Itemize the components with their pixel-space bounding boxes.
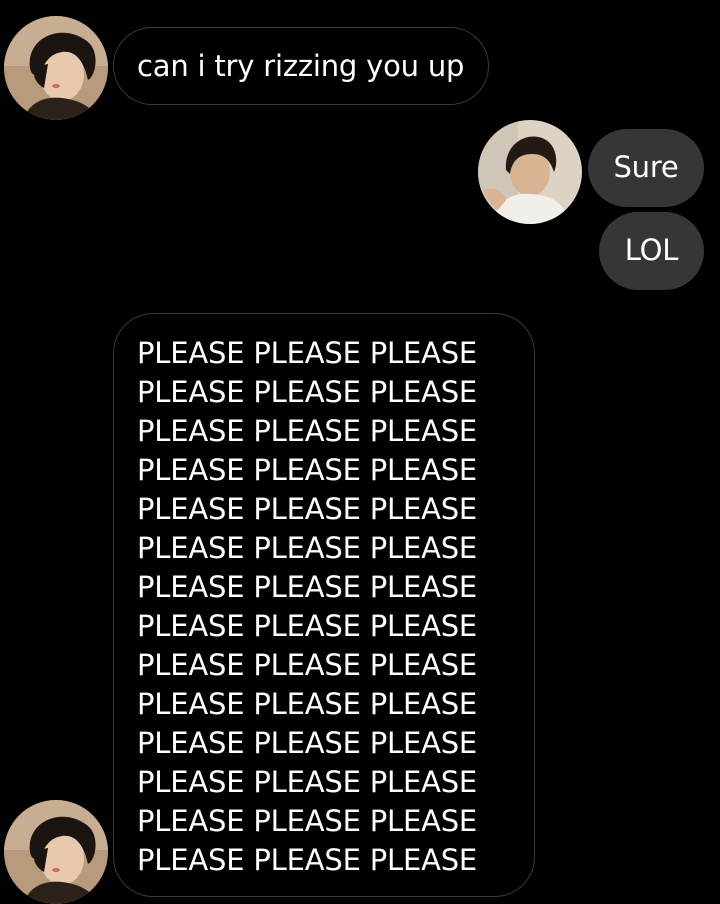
message-text-line: PLEASE PLEASE PLEASE — [137, 726, 478, 760]
message-bubble-outgoing[interactable]: Sure — [588, 129, 704, 207]
contact-avatar-icon[interactable] — [4, 800, 108, 904]
message-text-line: PLEASE PLEASE PLEASE — [137, 414, 478, 448]
message-text-line: PLEASE PLEASE PLEASE — [137, 804, 478, 838]
user-avatar-icon[interactable] — [478, 120, 582, 224]
message-text-line: PLEASE PLEASE PLEASE — [137, 609, 478, 643]
message-text-line: PLEASE PLEASE PLEASE — [137, 336, 478, 370]
message-text-line: PLEASE PLEASE PLEASE — [137, 531, 478, 565]
message-bubble-incoming[interactable]: can i try rizzing you up — [113, 27, 489, 105]
message-text-line: PLEASE PLEASE PLEASE — [137, 375, 478, 409]
contact-avatar-icon[interactable] — [4, 16, 108, 120]
message-text: Sure — [613, 150, 679, 184]
message-text-line: PLEASE PLEASE PLEASE — [137, 492, 478, 526]
message-text-line: PLEASE PLEASE PLEASE — [137, 453, 478, 487]
message-bubble-outgoing[interactable]: LOL — [599, 212, 704, 290]
message-text-line: PLEASE PLEASE PLEASE — [137, 843, 478, 877]
message-text-line: PLEASE PLEASE PLEASE — [137, 648, 478, 682]
message-text-line: PLEASE PLEASE PLEASE — [137, 765, 478, 799]
message-bubble-incoming[interactable]: PLEASE PLEASE PLEASE PLEASE PLEASE PLEAS… — [113, 313, 535, 897]
message-text: LOL — [624, 233, 679, 267]
message-text-line: PLEASE PLEASE PLEASE — [137, 570, 478, 604]
message-text: can i try rizzing you up — [137, 49, 465, 83]
message-text-line: PLEASE PLEASE PLEASE — [137, 687, 478, 721]
